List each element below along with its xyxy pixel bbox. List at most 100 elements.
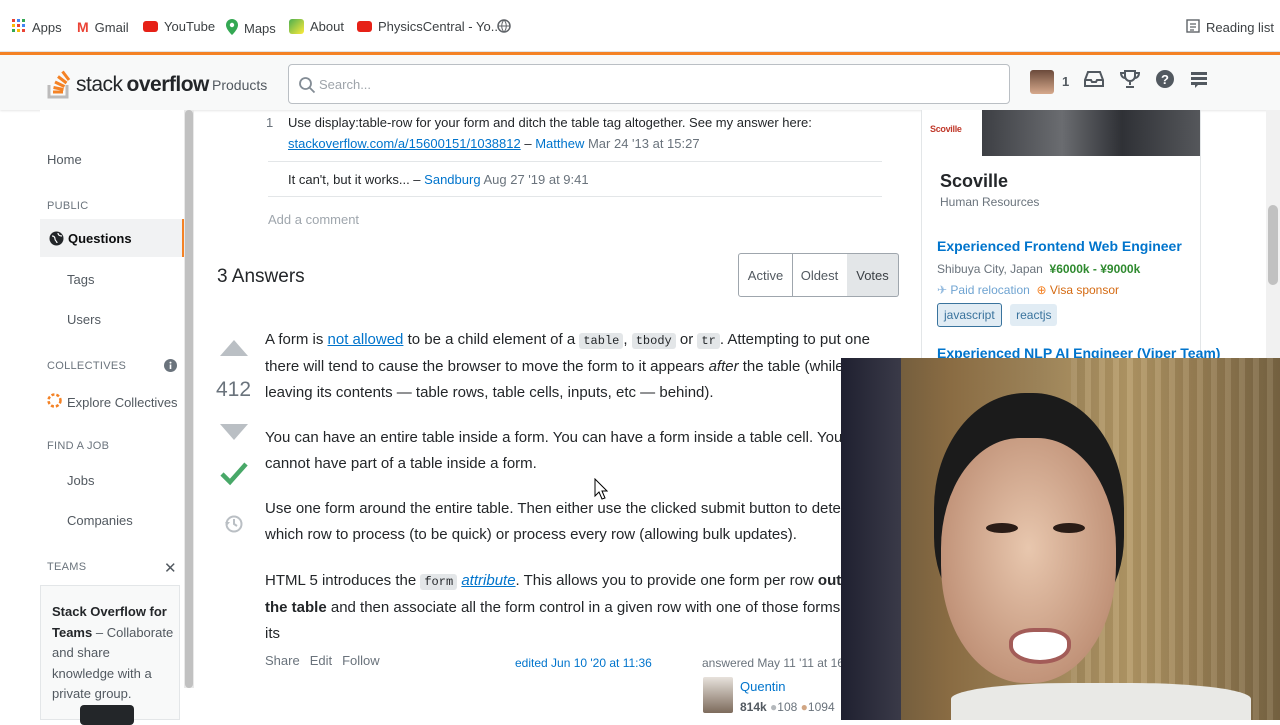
history-icon[interactable] — [224, 514, 244, 538]
dark-curtain — [841, 358, 901, 720]
answered-info: answered May 11 '11 at 16:3 — [702, 656, 854, 670]
user-profile[interactable]: 1 — [1030, 69, 1069, 94]
inline-code: form — [420, 574, 458, 590]
text: HTML 5 introduces the — [265, 572, 421, 589]
comment-date: Mar 24 '13 at 15:27 — [587, 136, 700, 151]
bookmark-label: About — [310, 19, 344, 34]
author-stats: 814k ●108 ●1094 — [740, 700, 835, 714]
relocation-icon: ✈ — [937, 283, 948, 297]
nav-home[interactable]: Home — [47, 152, 82, 167]
job-1-title[interactable]: Experienced Frontend Web Engineer — [937, 238, 1182, 254]
nav-users[interactable]: Users — [67, 312, 101, 327]
answer-paragraph-3: Use one form around the entire table. Th… — [265, 500, 879, 543]
comment-user[interactable]: Sandburg — [424, 172, 480, 187]
help-icon[interactable]: ? — [1155, 69, 1175, 94]
edit-link[interactable]: Edit — [310, 653, 332, 668]
sort-active[interactable]: Active — [738, 253, 793, 297]
job-1-tags: javascript reactjs — [937, 303, 1061, 327]
author-name[interactable]: Quentin — [740, 679, 786, 694]
form-attribute-link[interactable]: attribute — [461, 572, 515, 589]
bookmark-apps[interactable]: Apps — [12, 19, 62, 36]
stackoverflow-logo-icon — [46, 65, 72, 105]
company-name[interactable]: Scoville — [940, 171, 1008, 192]
job-1-salary: ¥6000k - ¥9000k — [1049, 262, 1141, 276]
reading-list-icon — [1186, 19, 1200, 36]
inline-code: tr — [697, 333, 720, 349]
nav-explore-collectives-label: Explore Collectives — [67, 394, 178, 410]
bookmark-maps[interactable]: Maps — [226, 19, 276, 38]
emphasis: after — [708, 358, 739, 375]
achievements-icon[interactable] — [1119, 69, 1141, 94]
bookmark-label: PhysicsCentral - Yo... — [378, 19, 502, 34]
inbox-icon[interactable] — [1083, 69, 1105, 94]
bookmark-label: YouTube — [164, 19, 216, 34]
share-link[interactable]: Share — [265, 653, 300, 668]
top-icons: 1 ? — [1030, 69, 1209, 94]
job-1-perks: ✈ Paid relocation ⊕ Visa sponsor — [937, 283, 1119, 297]
youtube-icon — [357, 21, 372, 32]
top-bar: stack overflow Products Search... 1 ? — [0, 52, 1280, 110]
search-placeholder: Search... — [319, 77, 372, 92]
nav-section-collectives: COLLECTIVES — [47, 360, 127, 372]
reading-list[interactable]: Reading list — [1186, 19, 1274, 36]
main-content: 1 Use display:table-row for your form an… — [200, 110, 900, 720]
edited-info[interactable]: edited Jun 10 '20 at 11:36 — [515, 656, 652, 670]
bookmark-label: Maps — [244, 21, 276, 36]
comment-1: 1 Use display:table-row for your form an… — [266, 110, 882, 162]
search-input[interactable]: Search... — [288, 64, 1010, 104]
text: to be a child element of a — [403, 331, 580, 348]
bookmark-gmail[interactable]: M Gmail — [77, 19, 129, 35]
bronze-badge-count: 1094 — [807, 700, 835, 714]
comment-body: It can't, but it works... – Sandburg Aug… — [288, 169, 589, 190]
tag-reactjs[interactable]: reactjs — [1010, 304, 1058, 326]
person-eye-left — [986, 523, 1018, 533]
nav-section-find-a-job: FIND A JOB — [47, 440, 110, 452]
add-comment-link[interactable]: Add a comment — [268, 212, 359, 227]
site-switcher-icon[interactable] — [1189, 69, 1209, 94]
teams-illustration — [80, 705, 134, 725]
follow-link[interactable]: Follow — [342, 653, 380, 668]
bookmark-physicscentral[interactable]: PhysicsCentral - Yo... — [357, 19, 502, 34]
globe-icon[interactable] — [497, 19, 511, 33]
left-scrollbar[interactable] — [184, 110, 194, 688]
bookmark-about[interactable]: About — [289, 19, 344, 34]
text: . This allows you to provide one form pe… — [515, 572, 818, 589]
upvote-icon[interactable] — [219, 338, 249, 362]
job-1-relocation: Paid relocation — [950, 283, 1030, 297]
tag-javascript[interactable]: javascript — [937, 303, 1002, 327]
nav-explore-collectives[interactable]: Explore Collectives — [47, 393, 178, 411]
apps-grid-icon — [12, 19, 26, 36]
company-subtitle: Human Resources — [940, 195, 1040, 209]
products-link[interactable]: Products — [212, 77, 267, 93]
logo-text-light: stack — [76, 73, 123, 96]
stackoverflow-logo[interactable]: stack overflow — [46, 65, 209, 105]
nav-jobs[interactable]: Jobs — [67, 473, 94, 488]
comment-user[interactable]: Matthew — [535, 136, 584, 151]
info-icon[interactable] — [164, 359, 177, 375]
downvote-icon[interactable] — [219, 422, 249, 446]
nav-companies[interactable]: Companies — [67, 513, 133, 528]
company-logo: Scoville — [930, 124, 962, 134]
nav-tags[interactable]: Tags — [67, 272, 94, 287]
comment-separator: – — [524, 136, 532, 151]
author-avatar[interactable] — [703, 677, 733, 713]
sort-oldest[interactable]: Oldest — [792, 253, 848, 297]
gmail-icon: M — [77, 19, 89, 35]
text: , — [623, 331, 628, 348]
visa-icon: ⊕ — [1036, 283, 1047, 297]
close-icon[interactable]: ✕ — [164, 559, 177, 577]
accepted-checkmark-icon — [220, 460, 248, 492]
nav-questions[interactable]: Questions — [40, 219, 185, 257]
nav-section-public: PUBLIC — [47, 200, 89, 212]
inline-code: table — [579, 333, 624, 349]
bookmarks-bar: Apps M Gmail YouTube Maps About PhysicsC… — [0, 0, 1280, 52]
bookmark-youtube[interactable]: YouTube — [143, 19, 215, 34]
comment-link[interactable]: stackoverflow.com/a/15600151/1038812 — [288, 136, 521, 151]
sort-votes[interactable]: Votes — [847, 253, 899, 297]
comment-body: Use display:table-row for your form and … — [288, 112, 888, 154]
nav-section-teams: TEAMS — [47, 561, 87, 573]
maps-icon — [226, 19, 238, 38]
not-allowed-link[interactable]: not allowed — [328, 331, 404, 348]
job-1-visa: Visa sponsor — [1049, 283, 1120, 297]
youtube-icon — [143, 21, 158, 32]
